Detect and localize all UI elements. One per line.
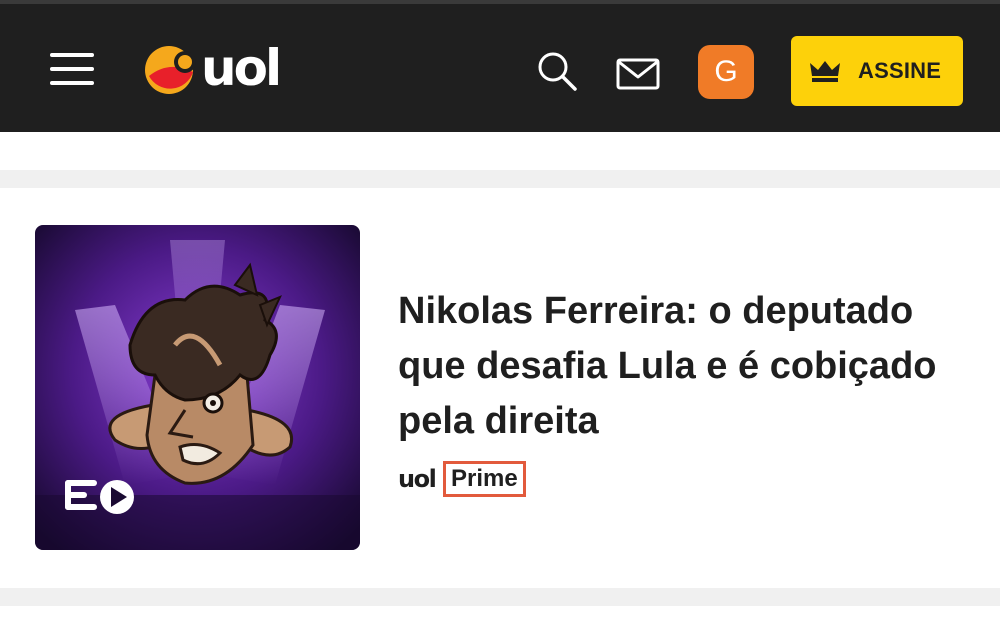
section-divider-bottom — [0, 588, 1000, 606]
brand-uol-text: uol — [398, 465, 437, 493]
subscribe-label: ASSINE — [858, 58, 942, 83]
section-divider — [0, 170, 1000, 188]
logo-text: uol — [201, 39, 282, 97]
site-header: uol G ASSINE — [0, 4, 1000, 132]
mail-icon[interactable] — [616, 58, 660, 90]
article-headline[interactable]: Nikolas Ferreira: o deputado que desafia… — [398, 284, 973, 449]
hamburger-menu-icon[interactable] — [50, 51, 96, 87]
uol-logo[interactable]: uol — [143, 39, 283, 98]
brand-prime-text: Prime — [443, 461, 526, 497]
search-icon[interactable] — [536, 50, 578, 92]
caricature-image — [35, 225, 360, 550]
crown-icon — [810, 61, 840, 82]
user-avatar[interactable]: G — [698, 45, 754, 99]
article-thumbnail[interactable] — [35, 225, 360, 550]
article-card[interactable]: Nikolas Ferreira: o deputado que desafia… — [0, 188, 1000, 588]
subscribe-button[interactable]: ASSINE — [791, 36, 963, 106]
uol-logo-sun-icon — [145, 46, 196, 94]
